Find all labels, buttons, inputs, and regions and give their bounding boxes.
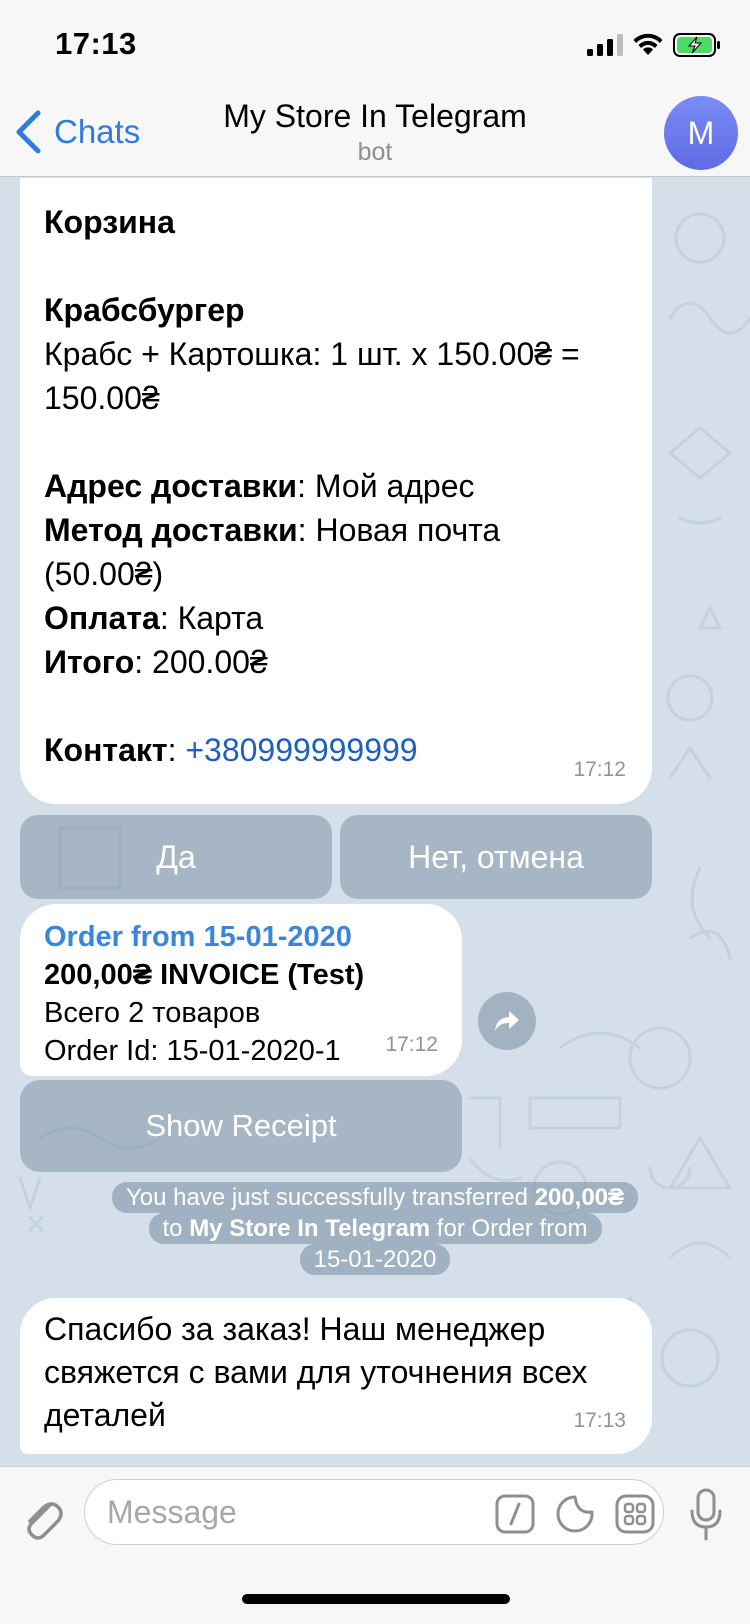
- delivery-price: (50.00₴): [44, 556, 164, 592]
- message-time: 17:13: [573, 1409, 626, 1432]
- message-text-line: свяжется с вами для уточнения всех: [44, 1354, 588, 1390]
- message-text-line: деталей: [44, 1397, 166, 1433]
- service-line: to My Store In Telegram for Order from: [148, 1213, 602, 1244]
- signal-icon: [587, 34, 623, 56]
- share-button[interactable]: [478, 992, 536, 1050]
- show-receipt-button[interactable]: Show Receipt: [20, 1080, 462, 1172]
- contact-line: Контакт: +380999999999: [44, 732, 418, 768]
- message-field: [84, 1479, 664, 1545]
- payment-service-message: You have just successfully transferred 2…: [0, 1182, 750, 1275]
- inline-keyboard: Да Нет, отмена: [20, 815, 652, 899]
- status-time: 17:13: [55, 26, 137, 61]
- product-subtotal: 150.00₴: [44, 380, 160, 416]
- home-indicator: [242, 1594, 510, 1604]
- bot-command-icon[interactable]: [495, 1494, 535, 1534]
- invoice-message-bubble[interactable]: Order from 15-01-2020 200,00₴ INVOICE (T…: [20, 904, 462, 1076]
- invoice-order-id: Order Id: 15-01-2020-1: [44, 1035, 341, 1067]
- chat-title[interactable]: My Store In Telegram: [0, 98, 750, 135]
- sticker-icon[interactable]: [555, 1494, 595, 1534]
- nav-bar: Chats My Store In Telegram bot M: [0, 92, 750, 177]
- chat-subtitle: bot: [357, 138, 393, 166]
- service-line: You have just successfully transferred 2…: [111, 1182, 639, 1213]
- thanks-message-bubble: Спасибо за заказ! Наш менеджер свяжется …: [20, 1298, 652, 1454]
- message-time: 17:12: [573, 758, 626, 781]
- cart-heading: Корзина: [44, 204, 175, 240]
- message-text-line: Спасибо за заказ! Наш менеджер: [44, 1311, 546, 1347]
- total-line: Итого: 200.00₴: [44, 644, 268, 680]
- phone-link[interactable]: +380999999999: [185, 732, 417, 768]
- product-line: Крабс + Картошка: 1 шт. x 150.00₴ =: [44, 336, 580, 372]
- bot-keyboard-icon[interactable]: [615, 1494, 655, 1534]
- yes-button[interactable]: Да: [20, 815, 332, 899]
- no-cancel-button[interactable]: Нет, отмена: [340, 815, 652, 899]
- message-input[interactable]: [107, 1490, 467, 1534]
- wifi-icon: [633, 33, 663, 55]
- invoice-items: Всего 2 товаров: [44, 997, 261, 1029]
- share-arrow-icon: [495, 1011, 519, 1031]
- microphone-icon[interactable]: [688, 1487, 724, 1543]
- address-line: Адрес доставки: Мой адрес: [44, 468, 475, 504]
- product-name: Крабсбургер: [44, 292, 245, 328]
- battery-charging-icon: [673, 33, 720, 57]
- message-time: 17:12: [385, 1033, 438, 1056]
- delivery-line: Метод доставки: Новая почта: [44, 512, 501, 548]
- avatar[interactable]: M: [664, 96, 738, 170]
- service-line: 15-01-2020: [299, 1244, 451, 1275]
- paperclip-icon[interactable]: [20, 1493, 64, 1543]
- invoice-title: Order from 15-01-2020: [44, 921, 352, 953]
- payment-line: Оплата: Карта: [44, 600, 264, 636]
- chat-area[interactable]: Корзина Крабсбургер Крабс + Картошка: 1 …: [0, 178, 750, 1466]
- status-bar: 17:13: [0, 0, 750, 92]
- cart-message-bubble: Корзина Крабсбургер Крабс + Картошка: 1 …: [20, 178, 652, 804]
- invoice-amount: 200,00₴ INVOICE (Test): [44, 959, 365, 991]
